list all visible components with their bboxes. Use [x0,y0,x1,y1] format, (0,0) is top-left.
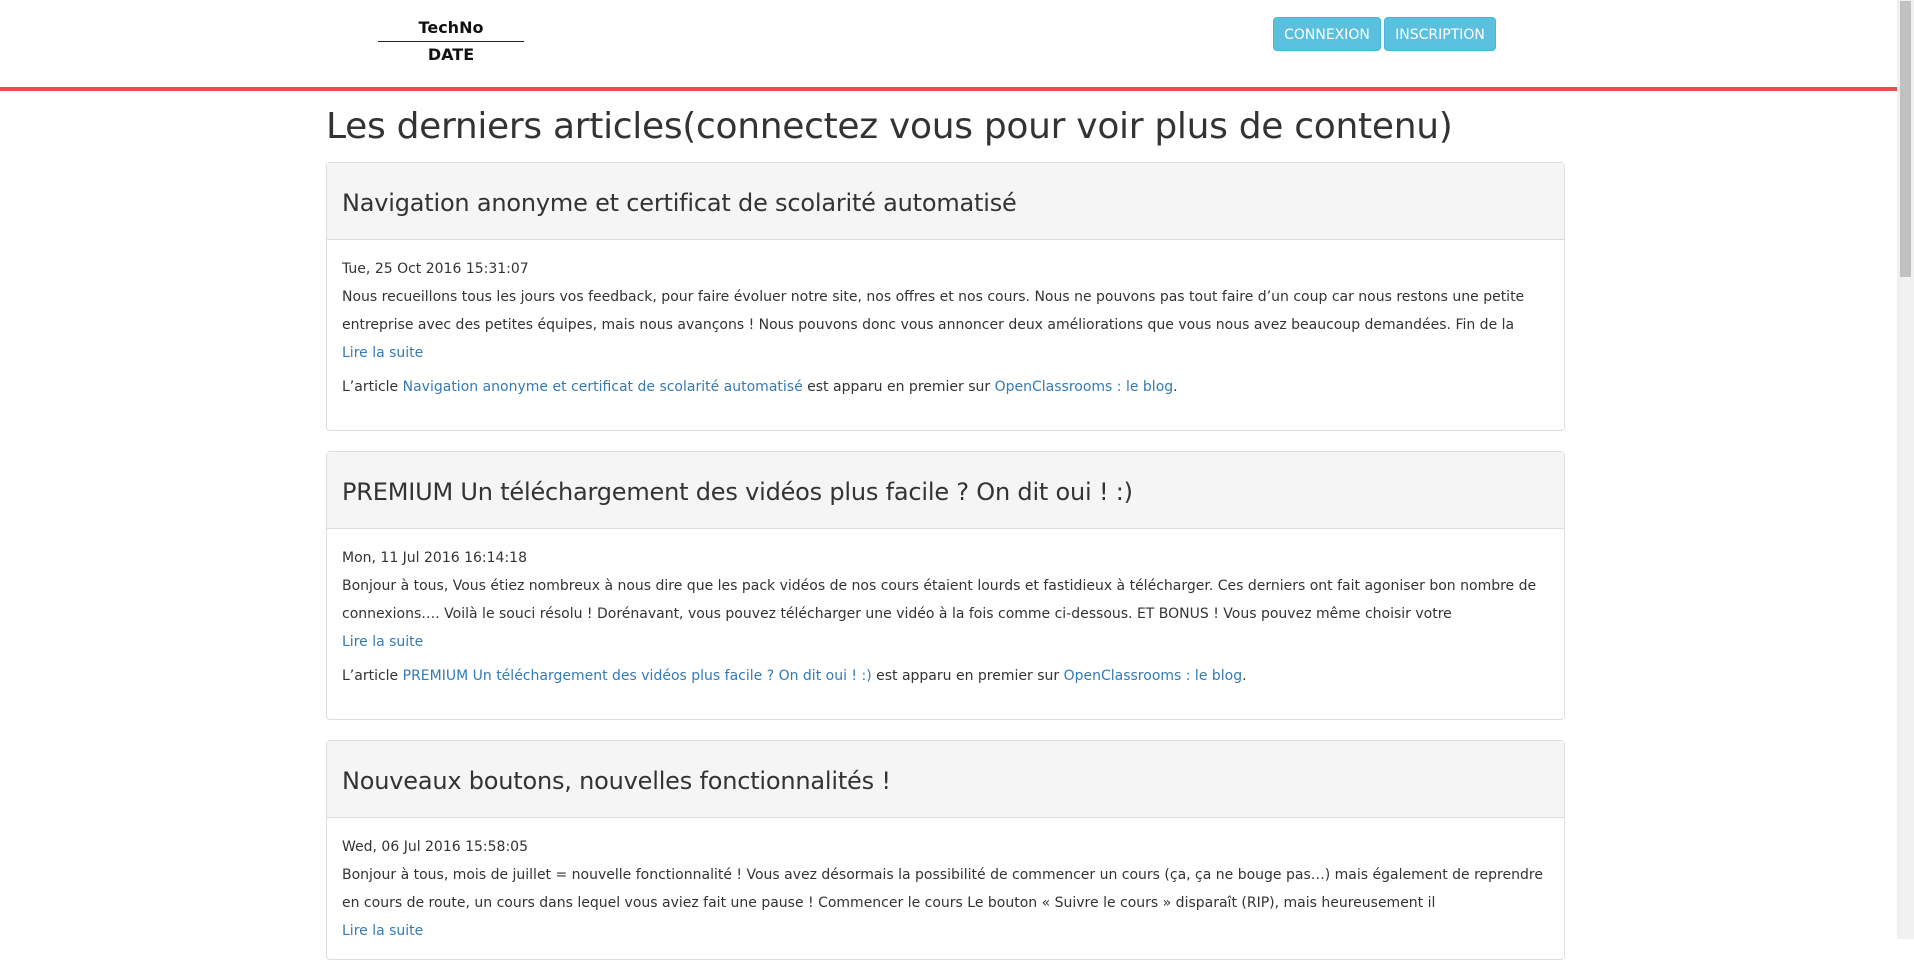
article-card: Navigation anonyme et certificat de scol… [326,162,1565,431]
register-button[interactable]: INSCRIPTION [1384,17,1496,51]
article-body: Wed, 06 Jul 2016 15:58:05 Bonjour à tous… [327,818,1564,945]
article-source-link[interactable]: Navigation anonyme et certificat de scol… [403,379,803,395]
source-middle: est apparu en premier sur [807,379,991,395]
source-end: . [1242,668,1247,684]
page-title: Les derniers articles(connectez vous pou… [326,106,1453,147]
article-body: Mon, 11 Jul 2016 16:14:18 Bonjour à tous… [327,529,1564,686]
article-source-line: L’article Navigation anonyme et certific… [342,377,1549,397]
article-title: Nouveaux boutons, nouvelles fonctionnali… [342,767,891,795]
blog-link[interactable]: OpenClassrooms : le blog [1064,668,1243,684]
source-end: . [1173,379,1178,395]
article-heading: Navigation anonyme et certificat de scol… [327,163,1564,240]
article-source-line: L’article PREMIUM Un téléchargement des … [342,666,1549,686]
article-heading: Nouveaux boutons, nouvelles fonctionnali… [327,741,1564,818]
source-middle: est apparu en premier sur [876,668,1060,684]
read-more-link[interactable]: Lire la suite [342,917,1549,945]
blog-link[interactable]: OpenClassrooms : le blog [995,379,1174,395]
logo-bottom-text: DATE [427,45,475,64]
site-logo[interactable]: TechNo DATE [378,18,524,65]
article-excerpt: Bonjour à tous, Vous étiez nombreux à no… [342,578,1537,622]
source-prefix: L’article [342,379,399,395]
logo-top-text: TechNo [378,18,524,42]
article-card: PREMIUM Un téléchargement des vidéos plu… [326,451,1565,720]
article-title: PREMIUM Un téléchargement des vidéos plu… [342,478,1133,506]
read-more-link[interactable]: Lire la suite [342,339,1549,367]
article-excerpt: Bonjour à tous, mois de juillet = nouvel… [342,867,1543,911]
article-heading: PREMIUM Un téléchargement des vidéos plu… [327,452,1564,529]
article-date: Tue, 25 Oct 2016 15:31:07 [342,261,529,277]
article-source-link[interactable]: PREMIUM Un téléchargement des vidéos plu… [403,668,872,684]
site-header: TechNo DATE CONNEXION INSCRIPTION [0,0,1897,91]
read-more-link[interactable]: Lire la suite [342,628,1549,656]
article-date: Mon, 11 Jul 2016 16:14:18 [342,550,527,566]
article-date: Wed, 06 Jul 2016 15:58:05 [342,839,528,855]
article-title: Navigation anonyme et certificat de scol… [342,189,1017,217]
scrollbar-thumb[interactable] [1900,1,1911,277]
article-body: Tue, 25 Oct 2016 15:31:07 Nous recueillo… [327,240,1564,397]
article-card: Nouveaux boutons, nouvelles fonctionnali… [326,740,1565,960]
vertical-scrollbar[interactable] [1897,0,1914,939]
login-button[interactable]: CONNEXION [1273,17,1381,51]
source-prefix: L’article [342,668,399,684]
article-excerpt: Nous recueillons tous les jours vos feed… [342,289,1525,333]
